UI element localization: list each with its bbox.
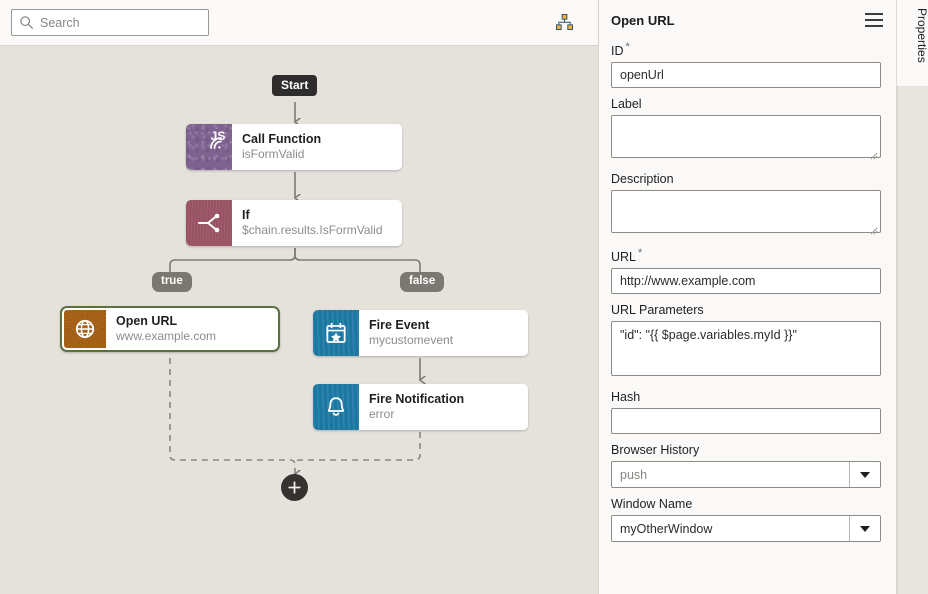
description-textarea-wrap bbox=[611, 190, 881, 238]
branch-label-false: false bbox=[400, 272, 445, 292]
flow-editor: Start JS Call Function bbox=[0, 0, 598, 594]
panel-header: Open URL bbox=[611, 8, 883, 32]
node-inner: Fire Event mycustomevent bbox=[313, 310, 528, 356]
properties-tab-strip: Properties bbox=[896, 0, 928, 594]
id-input[interactable] bbox=[611, 62, 881, 89]
node-subtitle: $chain.results.IsFormValid bbox=[242, 223, 383, 237]
search-box[interactable] bbox=[11, 9, 209, 36]
flow-canvas[interactable]: Start JS Call Function isFormValid If $c… bbox=[0, 46, 598, 594]
url-input[interactable] bbox=[611, 268, 881, 295]
search-icon bbox=[19, 15, 34, 30]
properties-panel: Open URL ID* Label Description bbox=[598, 0, 928, 594]
start-node: Start bbox=[272, 75, 318, 96]
properties-panel-body: Open URL ID* Label Description bbox=[599, 0, 897, 594]
browser-history-select[interactable]: push bbox=[611, 461, 881, 489]
tab-strip-filler bbox=[897, 86, 928, 594]
branch-fork-icon bbox=[186, 200, 232, 246]
url-parameters-textarea[interactable]: "id": "{{ $page.variables.myId }}" bbox=[611, 321, 881, 377]
node-text: Open URL www.example.com bbox=[106, 310, 276, 348]
flow-node-fire-event[interactable]: Fire Event mycustomevent bbox=[313, 310, 528, 356]
node-text: Fire Notification error bbox=[359, 384, 528, 430]
node-text: If $chain.results.IsFormValid bbox=[232, 200, 402, 246]
node-subtitle: isFormValid bbox=[242, 147, 305, 161]
globe-icon bbox=[64, 310, 106, 348]
description-field-label: Description bbox=[611, 172, 674, 187]
node-inner: If $chain.results.IsFormValid bbox=[186, 200, 402, 246]
browser-history-field-label: Browser History bbox=[611, 443, 700, 458]
url-field-label: URL * bbox=[611, 247, 883, 264]
node-subtitle: error bbox=[369, 407, 395, 421]
panel-title: Open URL bbox=[611, 12, 675, 28]
flow-node-call-function[interactable]: JS Call Function isFormValid bbox=[186, 124, 402, 170]
flow-node-if[interactable]: If $chain.results.IsFormValid bbox=[186, 200, 402, 246]
node-inner: JS Call Function isFormValid bbox=[186, 124, 402, 170]
window-name-value: myOtherWindow bbox=[620, 521, 713, 536]
node-subtitle: www.example.com bbox=[116, 329, 217, 343]
flow-node-open-url[interactable]: Open URL www.example.com bbox=[60, 306, 280, 352]
search-input[interactable] bbox=[40, 15, 200, 30]
window-name-field-label: Window Name bbox=[611, 497, 693, 512]
id-label-text: ID bbox=[611, 44, 624, 59]
label-textarea[interactable] bbox=[611, 115, 881, 159]
plus-icon bbox=[288, 481, 301, 494]
node-subtitle: mycustomevent bbox=[369, 333, 454, 347]
node-title: Fire Notification bbox=[369, 392, 465, 406]
node-inner: Open URL www.example.com bbox=[64, 310, 276, 348]
required-marker: * bbox=[625, 41, 630, 53]
chevron-down-icon[interactable] bbox=[850, 525, 880, 532]
node-text: Call Function isFormValid bbox=[232, 124, 402, 170]
id-field-label: ID * bbox=[611, 41, 883, 58]
js-broadcast-icon: JS bbox=[186, 124, 232, 170]
window-name-select[interactable]: myOtherWindow bbox=[611, 515, 881, 543]
chevron-down-icon[interactable] bbox=[850, 471, 880, 478]
label-field-label: Label bbox=[611, 97, 642, 112]
bell-icon bbox=[313, 384, 359, 430]
hash-input[interactable] bbox=[611, 408, 881, 435]
calendar-star-icon bbox=[313, 310, 359, 356]
node-title: If bbox=[242, 208, 250, 222]
node-title: Call Function bbox=[242, 132, 322, 146]
description-textarea[interactable] bbox=[611, 190, 881, 234]
node-title: Fire Event bbox=[369, 318, 430, 332]
url-parameters-textarea-wrap: "id": "{{ $page.variables.myId }}" bbox=[611, 321, 881, 381]
hamburger-menu-icon[interactable] bbox=[865, 13, 883, 27]
node-text: Fire Event mycustomevent bbox=[359, 310, 528, 356]
flow-designer: Start JS Call Function bbox=[0, 0, 928, 594]
url-label-text: URL bbox=[611, 250, 637, 265]
url-parameters-field-label: URL Parameters bbox=[611, 303, 704, 318]
flow-node-fire-notification[interactable]: Fire Notification error bbox=[313, 384, 528, 430]
hierarchy-chart-icon[interactable] bbox=[552, 10, 576, 34]
browser-history-value: push bbox=[620, 467, 648, 482]
required-marker: * bbox=[638, 247, 643, 260]
hash-field-label: Hash bbox=[611, 390, 641, 405]
editor-toolbar bbox=[0, 0, 598, 46]
node-inner: Fire Notification error bbox=[313, 384, 528, 430]
tab-properties[interactable]: Properties bbox=[897, 8, 928, 63]
node-title: Open URL bbox=[116, 314, 178, 328]
add-action-button[interactable] bbox=[281, 474, 308, 501]
label-textarea-wrap bbox=[611, 115, 881, 163]
branch-label-true: true bbox=[152, 272, 192, 292]
